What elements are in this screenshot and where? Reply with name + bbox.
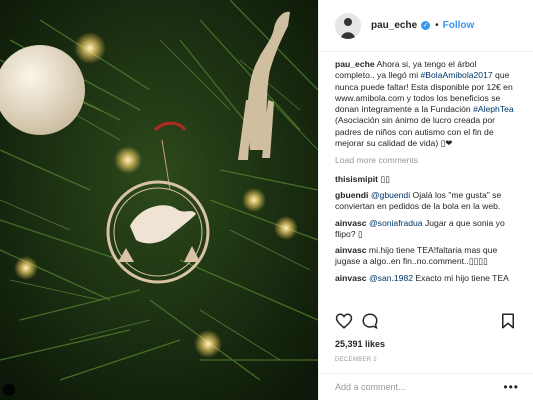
heart-icon[interactable] [335,312,353,330]
add-comment-bar: Add a comment... ••• [319,373,533,400]
add-comment-input[interactable]: Add a comment... [335,382,503,392]
comment-username[interactable]: thisismipit [335,174,378,184]
more-options-icon[interactable]: ••• [503,381,519,393]
caption: pau_eche Ahora si, ya tengo el árbol com… [335,59,517,149]
post-date: DECEMBER 2 [335,357,378,363]
christmas-tree-image [0,0,318,400]
verified-badge-icon: ✓ [421,21,431,30]
post-header: pau_eche ✓ • Follow [319,0,533,52]
load-more-comments-button[interactable]: Load more comments [335,155,517,166]
action-bar [335,312,517,334]
comment-username[interactable]: ainvasc [335,245,367,255]
hashtag-link[interactable]: #AlephTea [473,104,514,114]
comment-item: thisismipit ▯▯ [335,174,517,185]
comment-username[interactable]: gbuendi [335,190,368,200]
user-tag-icon[interactable] [3,384,15,396]
likes-count[interactable]: 25,391 likes [335,339,385,349]
avatar-image [335,12,361,39]
post-photo[interactable] [0,0,318,400]
comment-mention[interactable]: @gbuendi [371,190,410,200]
follow-button[interactable]: Follow [443,20,475,31]
comment-mention[interactable]: @soniafradua [369,218,423,228]
comment-icon[interactable] [361,312,379,330]
caption-text-3: (Asociación sin ánimo de lucro creada po… [335,115,496,149]
comment-item: ainvasc @soniafradua Jugar a que sonia y… [335,218,517,241]
comment-username[interactable]: ainvasc [335,273,367,283]
comment-mention[interactable]: @san.1982 [369,273,413,283]
avatar[interactable] [335,12,361,39]
header-username[interactable]: pau_eche [371,20,417,31]
comment-item: gbuendi @gbuendi Ojalá los "me gusta" se… [335,190,517,213]
comment-text: Exacto mi hijo tiene TEA [413,272,509,283]
comments-list: pau_eche Ahora si, ya tengo el árbol com… [319,52,533,304]
caption-username[interactable]: pau_eche [335,59,375,69]
post-sidebar: pau_eche ✓ • Follow pau_eche Ahora si, y… [318,0,533,400]
comment-username[interactable]: ainvasc [335,218,367,228]
comment-text: ▯▯ [377,173,390,184]
hashtag-link[interactable]: #BolaAmibola2017 [421,70,493,80]
comment-item: ainvasc @san.1982 Exacto mi hijo tiene T… [335,273,517,284]
comment-item: ainvasc mi.hijo tiene TEA!faltaria mas q… [335,245,517,268]
bookmark-icon[interactable] [499,312,517,330]
header-dot: • [435,20,439,31]
